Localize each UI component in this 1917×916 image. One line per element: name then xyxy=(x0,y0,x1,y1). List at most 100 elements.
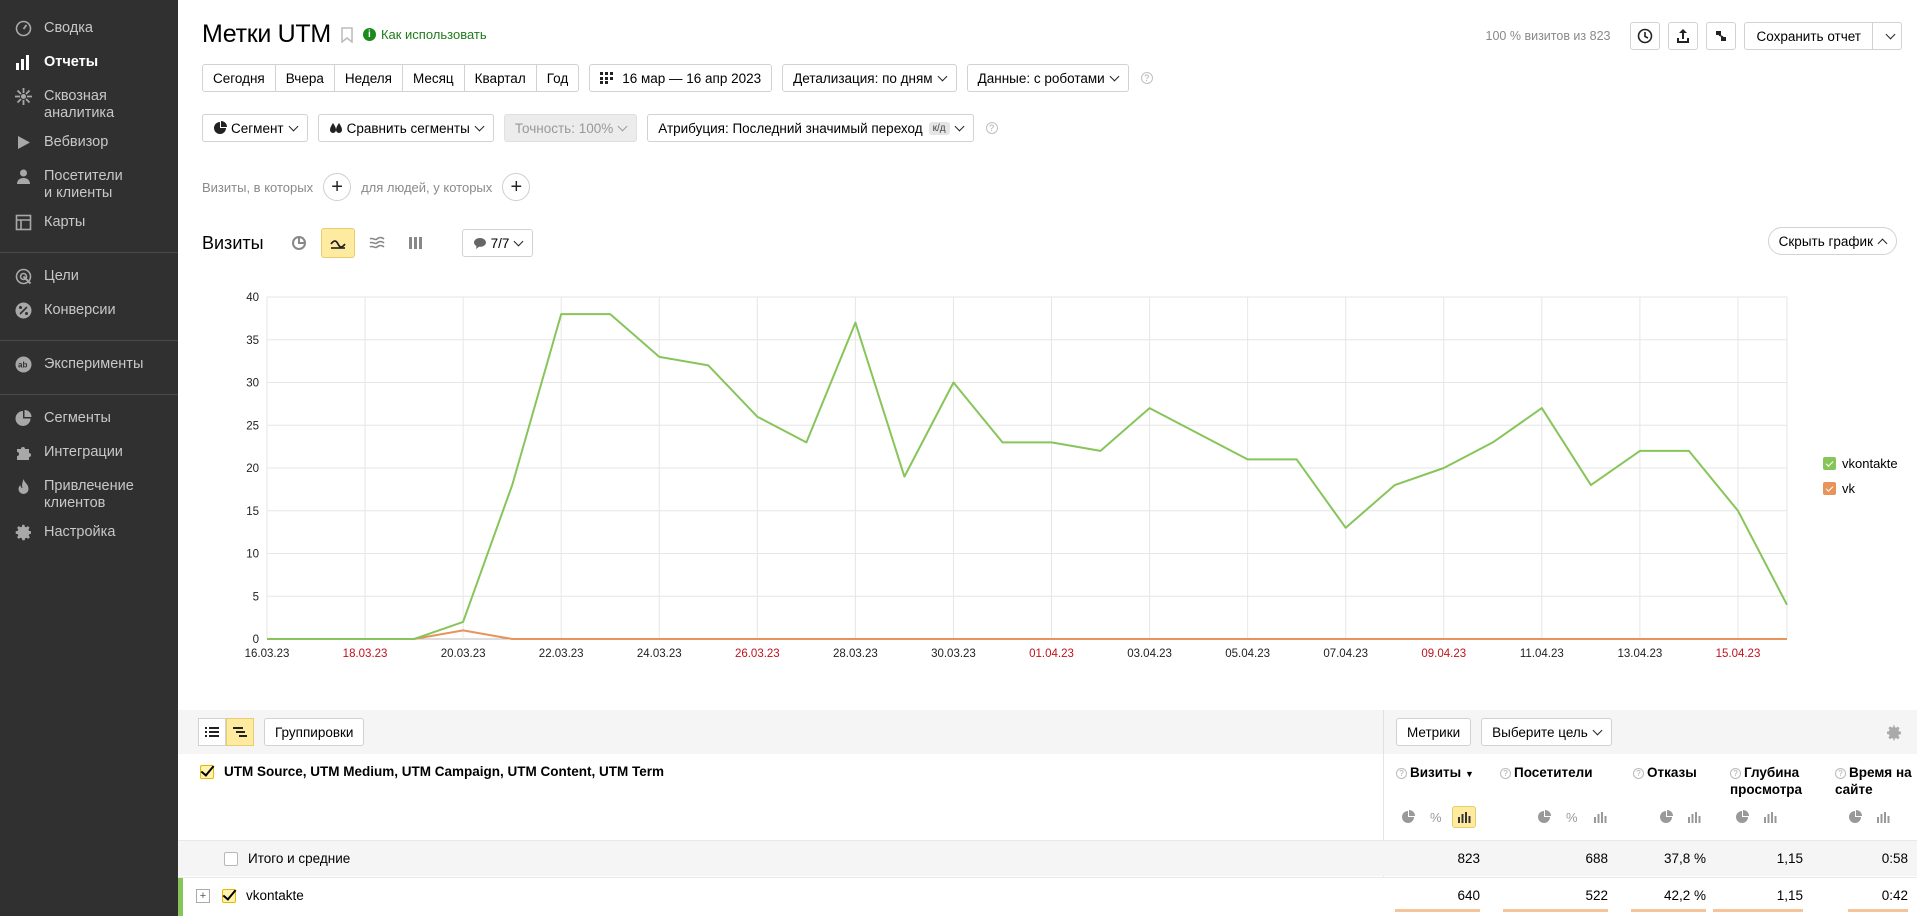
play-icon xyxy=(14,134,32,151)
bar-chart-icon[interactable] xyxy=(1871,806,1895,828)
period-option-0[interactable]: Сегодня xyxy=(203,65,276,91)
export-button[interactable] xyxy=(1668,22,1699,50)
column-header-3[interactable]: ? Глубина просмотра xyxy=(1730,764,1810,798)
select-goal-dropdown[interactable]: Выберите цель xyxy=(1481,718,1612,746)
sidebar-item-2[interactable]: Сквозная аналитика xyxy=(0,82,178,128)
groupings-button[interactable]: Группировки xyxy=(264,718,365,746)
goals-icon xyxy=(14,268,32,285)
legend-item-vk[interactable]: vk xyxy=(1823,481,1898,496)
pie-chart-icon[interactable] xyxy=(1730,806,1754,828)
period-option-3[interactable]: Месяц xyxy=(403,65,465,91)
accuracy-dropdown[interactable]: Точность: 100% xyxy=(503,114,638,142)
help-icon[interactable]: ? xyxy=(1140,72,1153,84)
sidebar-item-6[interactable]: Цели xyxy=(0,262,178,296)
info-icon: i xyxy=(362,28,376,41)
line-chart-type-button[interactable] xyxy=(320,228,355,258)
series-line-vk xyxy=(267,629,1787,640)
series-line-vkontakte xyxy=(267,313,1788,640)
cell-value-2: 37,8 % xyxy=(1663,851,1706,866)
sidebar-item-1[interactable]: Отчеты xyxy=(0,48,178,82)
add-people-condition-button[interactable]: + xyxy=(502,173,531,201)
help-icon[interactable]: ? xyxy=(1633,768,1644,779)
bar-chart-icon xyxy=(408,237,422,249)
bar-chart-icon[interactable] xyxy=(1682,806,1706,828)
help-icon[interactable]: ? xyxy=(985,122,998,134)
column-header-1[interactable]: ? Посетители xyxy=(1500,764,1620,781)
share-button[interactable] xyxy=(1706,22,1737,50)
pie-chart-icon[interactable] xyxy=(1843,806,1867,828)
sidebar-item-11[interactable]: Привлечение клиентов xyxy=(0,472,178,518)
help-icon[interactable]: ? xyxy=(1500,768,1511,779)
percent-icon[interactable]: % xyxy=(1560,806,1584,828)
save-options-button[interactable] xyxy=(1873,23,1901,49)
add-visit-condition-button[interactable]: + xyxy=(323,173,352,201)
sidebar-item-9[interactable]: Сегменты xyxy=(0,404,178,438)
area-chart-icon xyxy=(369,236,385,249)
table-row[interactable]: + vkontakte 640 522 42,2 % 1,15 0:42 xyxy=(178,877,1917,916)
bar-chart-type-button[interactable] xyxy=(399,228,433,258)
metrics-button[interactable]: Метрики xyxy=(1396,718,1472,746)
x-tick-label: 13.04.23 xyxy=(1618,648,1663,660)
total-checkbox[interactable] xyxy=(224,851,238,866)
compare-segments-dropdown[interactable]: Сравнить сегменты xyxy=(317,114,494,142)
sidebar-item-12[interactable]: Настройка xyxy=(0,518,178,552)
period-option-4[interactable]: Квартал xyxy=(465,65,537,91)
x-tick-label: 18.03.23 xyxy=(343,648,388,660)
sidebar-item-label: Интеграции xyxy=(44,444,123,460)
column-header-4[interactable]: ? Время на сайте xyxy=(1835,764,1915,798)
tree-view-button[interactable] xyxy=(226,718,254,746)
pie-chart-icon[interactable] xyxy=(1654,806,1678,828)
pie-chart-type-button[interactable] xyxy=(282,228,316,258)
segment-dropdown[interactable]: Сегмент xyxy=(202,114,308,142)
sort-indicator: ▼ xyxy=(1464,769,1474,779)
sidebar-item-label: Сквозная аналитика xyxy=(44,88,115,121)
pie-chart-icon[interactable] xyxy=(1532,806,1556,828)
bar-chart-icon[interactable] xyxy=(1452,806,1476,828)
sidebar-item-10[interactable]: Интеграции xyxy=(0,438,178,472)
legend-item-vkontakte[interactable]: vkontakte xyxy=(1823,456,1898,471)
table-row-total: Итого и средние 823 688 37,8 % 1,15 0:58 xyxy=(178,840,1917,876)
x-tick-label: 26.03.23 xyxy=(735,648,780,660)
how-to-use-link[interactable]: i Как использовать xyxy=(362,27,487,42)
percent-icon[interactable]: % xyxy=(1424,806,1448,828)
gear-icon[interactable] xyxy=(1885,724,1903,742)
flat-view-button[interactable] xyxy=(198,718,226,746)
help-icon[interactable]: ? xyxy=(1835,768,1846,779)
chevron-down-icon xyxy=(1885,29,1895,39)
row-checkbox[interactable] xyxy=(222,888,236,903)
area-chart-type-button[interactable] xyxy=(360,228,394,258)
sidebar-item-8[interactable]: ab Эксперименты xyxy=(0,350,178,384)
gear-icon xyxy=(14,524,32,541)
period-option-2[interactable]: Неделя xyxy=(335,65,403,91)
sidebar-item-5[interactable]: Карты xyxy=(0,208,178,242)
period-option-1[interactable]: Вчера xyxy=(276,65,335,91)
sidebar-item-0[interactable]: Сводка xyxy=(0,14,178,48)
bar-chart-icon[interactable] xyxy=(1758,806,1782,828)
date-range-button[interactable]: 16 мар — 16 апр 2023 xyxy=(589,64,773,92)
expand-row-button[interactable]: + xyxy=(196,888,210,903)
chart-legend: vkontakte vk xyxy=(1823,456,1898,506)
pie-chart-icon[interactable] xyxy=(1396,806,1420,828)
sidebar-item-7[interactable]: Конверсии xyxy=(0,296,178,330)
help-icon[interactable]: ? xyxy=(1730,768,1741,779)
sidebar-item-3[interactable]: Вебвизор xyxy=(0,128,178,162)
history-button[interactable] xyxy=(1630,22,1661,50)
annotations-dropdown[interactable]: 7/7 xyxy=(461,229,534,257)
data-dropdown[interactable]: Данные: с роботами xyxy=(966,64,1129,92)
detail-dropdown[interactable]: Детализация: по дням xyxy=(782,64,957,92)
cell-share-bar xyxy=(1395,909,1480,912)
x-tick-label: 28.03.23 xyxy=(833,648,878,660)
save-report-button[interactable]: Сохранить отчет xyxy=(1745,23,1873,49)
help-icon[interactable]: ? xyxy=(1396,768,1407,779)
hide-chart-button[interactable]: Скрыть график xyxy=(1767,227,1897,255)
sidebar-item-label: Вебвизор xyxy=(44,134,109,150)
bookmark-icon[interactable] xyxy=(341,26,353,43)
dimension-checkbox[interactable] xyxy=(200,764,214,779)
sidebar-item-4[interactable]: Посетители и клиенты xyxy=(0,162,178,208)
period-option-5[interactable]: Год xyxy=(537,65,579,91)
compare-icon xyxy=(329,123,342,133)
bar-chart-icon[interactable] xyxy=(1588,806,1612,828)
cell-value-3: 1,15 xyxy=(1776,851,1803,866)
attribution-dropdown[interactable]: Атрибуция: Последний значимый переход к/… xyxy=(647,114,974,142)
column-header-0[interactable]: ? Визиты ▼ xyxy=(1396,764,1516,783)
